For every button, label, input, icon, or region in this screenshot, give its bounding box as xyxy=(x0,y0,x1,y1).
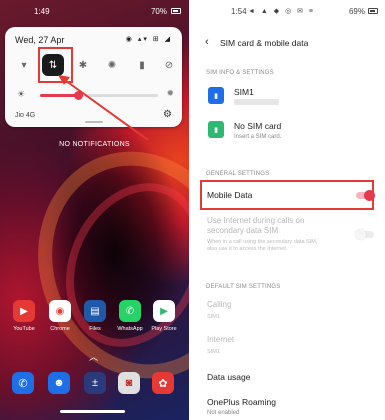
home-screen-panel: 1:49 70% Wed, 27 Apr ◉ ▴▾ ⊞ ◢ ▾ ⇅ ✱ ✺ ▮ … xyxy=(0,0,189,420)
rotate-tile[interactable]: ⊘ xyxy=(158,54,180,76)
rotate-icon: ⊘ xyxy=(164,59,174,71)
panel-divider xyxy=(189,0,196,420)
phone-icon[interactable]: ✆ xyxy=(12,372,34,394)
qs-drag-handle[interactable] xyxy=(85,121,103,123)
bluetooth-tile[interactable]: ✱ xyxy=(72,54,94,76)
flashlight-tile[interactable]: ▮ xyxy=(131,54,153,76)
brightness-slider-knob[interactable] xyxy=(73,91,83,100)
battery-percent: 70% xyxy=(150,7,167,16)
brightness-icon: ☀ xyxy=(17,89,26,99)
mobile-data-label: Mobile Data xyxy=(207,190,253,200)
files-icon: ▤ xyxy=(84,300,106,322)
play-store-icon: ▶ xyxy=(153,300,175,322)
internet-title: Internet xyxy=(207,335,235,344)
battery-percent: 69% xyxy=(348,7,365,16)
secondary-data-title-line1: Use Internet during calls on xyxy=(207,216,305,225)
section-header-general: GENERAL SETTINGS xyxy=(206,171,270,177)
sim2-icon: ▮ xyxy=(208,121,224,138)
toggle-knob xyxy=(364,190,375,201)
brightness-mode-tile[interactable]: ✺ xyxy=(101,54,123,76)
chrome-icon: ◉ xyxy=(49,300,71,322)
brightness-slider-fill xyxy=(40,94,78,97)
sim2-subtitle: Insert a SIM card. xyxy=(234,134,282,140)
app-row: ▶ YouTube ◉ Chrome ▤ Files ✆ WhatsApp ▶ … xyxy=(8,300,183,340)
calling-title: Calling xyxy=(207,300,232,309)
oneplus-roaming-value: Not enabled xyxy=(207,410,240,416)
wifi-tile[interactable]: ▾ xyxy=(13,54,35,76)
quick-settings-panel: Wed, 27 Apr ◉ ▴▾ ⊞ ◢ ▾ ⇅ ✱ ✺ ▮ ⊘ ☀ ✹ Jio… xyxy=(5,27,182,127)
app-label: YouTube xyxy=(13,326,35,332)
internet-value: SIM1 xyxy=(207,349,220,355)
app-label: Files xyxy=(89,326,101,332)
brightness-mode-icon: ✺ xyxy=(107,59,117,71)
app-play-store[interactable]: ▶ Play Store xyxy=(151,300,177,332)
app-label: WhatsApp xyxy=(117,326,143,332)
oneplus-roaming-title[interactable]: OnePlus Roaming xyxy=(207,397,276,407)
gallery-icon[interactable]: ✿ xyxy=(152,372,174,394)
status-time: 1:49 xyxy=(34,7,50,16)
app-chrome[interactable]: ◉ Chrome xyxy=(48,300,72,332)
status-time: 1:54 xyxy=(231,7,247,16)
chevron-up-icon[interactable]: ︿ xyxy=(89,350,98,363)
wifi-icon: ▾ xyxy=(21,59,27,71)
page-title: SIM card & mobile data xyxy=(220,38,309,48)
sim1-number-redacted xyxy=(234,99,279,105)
camera-icon[interactable]: ◙ xyxy=(118,372,140,394)
highlight-box-mobile-data-tile xyxy=(38,47,73,83)
app-whatsapp[interactable]: ✆ WhatsApp xyxy=(117,300,143,332)
app-label: Play Store xyxy=(151,326,177,332)
sim2-title[interactable]: No SIM card xyxy=(234,121,281,131)
secondary-data-toggle[interactable] xyxy=(355,229,374,240)
no-notifications-text: NO NOTIFICATIONS xyxy=(59,141,130,148)
settings-panel: 1:54 ◄ ▲ ◆ ◎ ✉ ≡ 69% ‹ SIM card & mobile… xyxy=(196,0,385,420)
battery-icon xyxy=(171,8,181,14)
qs-system-icons: ◉ ▴▾ ⊞ ◢ xyxy=(125,36,172,43)
auto-brightness-icon[interactable]: ✹ xyxy=(166,88,174,99)
back-arrow-icon[interactable]: ‹ xyxy=(205,36,209,48)
section-header-default-sim: DEFAULT SIM SETTINGS xyxy=(206,284,281,290)
youtube-icon: ▶ xyxy=(13,300,35,322)
secondary-data-title-line2: secondary data SIM xyxy=(207,226,279,235)
qs-date: Wed, 27 Apr xyxy=(15,35,65,45)
calling-value: SIM1 xyxy=(207,314,220,320)
gear-icon[interactable]: ⚙ xyxy=(163,109,172,120)
carrier-label: Jio 4G xyxy=(15,112,36,119)
calculator-icon[interactable]: ± xyxy=(84,372,106,394)
status-icons: ◄ ▲ ◆ ◎ ✉ ≡ xyxy=(248,8,316,15)
whatsapp-icon: ✆ xyxy=(119,300,141,322)
sim1-title[interactable]: SIM1 xyxy=(234,87,254,97)
data-usage-item[interactable]: Data usage xyxy=(207,372,250,382)
flashlight-icon: ▮ xyxy=(139,59,145,71)
section-header-sim-info: SIM INFO & SETTINGS xyxy=(206,70,274,76)
contacts-icon[interactable]: ☻ xyxy=(48,372,70,394)
app-files[interactable]: ▤ Files xyxy=(83,300,107,332)
brightness-slider[interactable] xyxy=(40,91,158,100)
secondary-data-subtitle-line1: When in a call using the secondary data … xyxy=(207,239,318,245)
dock: ✆ ☻ ± ◙ ✿ xyxy=(8,372,183,396)
status-bar: 1:49 70% xyxy=(0,6,189,20)
toggle-knob xyxy=(355,229,366,240)
app-label: Chrome xyxy=(50,326,70,332)
app-youtube[interactable]: ▶ YouTube xyxy=(12,300,36,332)
sim1-icon: ▮ xyxy=(208,87,224,104)
battery-icon xyxy=(368,8,378,14)
secondary-data-subtitle-line2: also use it to access the Internet. xyxy=(207,246,288,252)
bluetooth-icon: ✱ xyxy=(78,59,88,71)
mobile-data-toggle[interactable] xyxy=(356,190,375,201)
gesture-bar[interactable] xyxy=(60,410,125,413)
